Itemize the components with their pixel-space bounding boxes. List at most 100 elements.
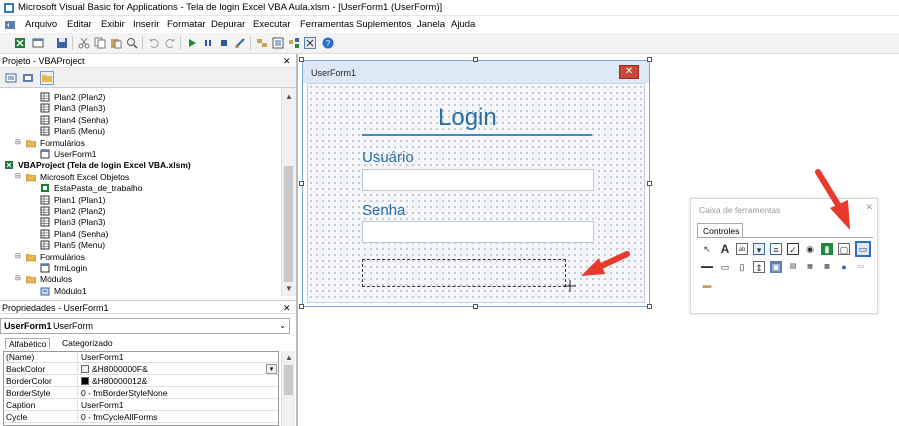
resize-handle[interactable]	[299, 181, 304, 186]
tab-controles[interactable]: Controles	[697, 223, 743, 237]
menu-executar[interactable]: Executar	[253, 19, 291, 30]
design-mode-icon[interactable]	[234, 37, 246, 49]
menu-editar[interactable]: Editar	[67, 19, 92, 30]
toolbox-icon[interactable]	[304, 37, 316, 49]
checkbox-tool-icon[interactable]: ✓	[787, 243, 799, 255]
pointer-tool-icon[interactable]: ↖	[701, 243, 713, 255]
find-icon[interactable]	[126, 37, 138, 49]
property-row[interactable]: (Name) UserForm1	[4, 352, 278, 363]
resize-handle[interactable]	[473, 304, 478, 309]
image-tool-icon[interactable]: ▣	[770, 261, 782, 273]
tab-categorizado[interactable]: Categorizado	[62, 338, 113, 348]
menu-bar: Arquivo Editar Exibir Inserir Formatar D…	[0, 16, 899, 33]
copy-icon[interactable]	[94, 37, 106, 49]
resize-handle[interactable]	[299, 304, 304, 309]
run-icon[interactable]	[186, 37, 198, 49]
project-tree-scrollbar[interactable]: ▲ ▼	[281, 88, 296, 296]
menu-arquivo[interactable]: Arquivo	[25, 19, 57, 30]
tabstrip-tool-icon[interactable]: ▬▬	[701, 261, 713, 273]
folder-tool-icon[interactable]: ▬	[701, 279, 713, 291]
close-button[interactable]: ✕	[619, 65, 639, 79]
multipage-tool-icon[interactable]: ▭	[719, 261, 731, 273]
color-swatch	[81, 365, 89, 373]
login-heading[interactable]: Login	[438, 104, 497, 132]
object-browser-icon[interactable]	[288, 37, 300, 49]
resize-handle[interactable]	[647, 304, 652, 309]
insert-userform-icon[interactable]	[32, 37, 44, 49]
save-icon[interactable]	[56, 37, 68, 49]
grid-tool-icon[interactable]: ▦	[804, 261, 816, 273]
close-icon[interactable]: ✕	[865, 202, 873, 213]
togglebutton-tool-icon[interactable]: ▮	[821, 243, 833, 255]
cut-icon[interactable]	[78, 37, 90, 49]
menu-inserir[interactable]: Inserir	[133, 19, 159, 30]
tab-alfabetico[interactable]: Alfabético	[5, 338, 51, 349]
spinbutton-tool-icon[interactable]: ⇕	[753, 261, 765, 273]
menu-janela[interactable]: Janela	[417, 19, 445, 30]
menu-ajuda[interactable]: Ajuda	[451, 19, 475, 30]
commandbutton-tool-icon[interactable]: ▭	[855, 241, 871, 257]
resize-handle[interactable]	[647, 57, 652, 62]
menu-depurar[interactable]: Depurar	[211, 19, 245, 30]
close-icon[interactable]: ✕	[283, 303, 291, 314]
scroll-up-icon[interactable]: ▲	[282, 92, 296, 101]
collapse-icon[interactable]: ⊟	[15, 172, 21, 180]
code-window-icon[interactable]	[4, 19, 16, 31]
close-icon[interactable]: ✕	[283, 56, 291, 67]
paste-icon[interactable]	[110, 37, 122, 49]
property-name: BorderStyle	[6, 388, 78, 399]
listbox-tool-icon[interactable]: ≡	[770, 243, 782, 255]
extra-control-icon[interactable]: ▭	[855, 261, 867, 273]
label-tool-icon[interactable]: A	[719, 243, 731, 255]
view-object-icon[interactable]	[22, 72, 34, 84]
scroll-thumb[interactable]	[284, 365, 293, 395]
property-row[interactable]: BorderColor &H80000012&	[4, 376, 278, 387]
textbox-tool-icon[interactable]: ab	[736, 243, 748, 255]
menu-ferramentas[interactable]: Ferramentas	[300, 19, 354, 30]
excel-view-icon[interactable]	[14, 37, 26, 49]
optionbutton-tool-icon[interactable]: ◉	[804, 243, 816, 255]
collapse-icon[interactable]: ⊟	[15, 138, 21, 146]
undo-icon[interactable]	[148, 37, 160, 49]
pause-icon[interactable]	[202, 37, 214, 49]
web-tool-icon[interactable]: ●	[838, 261, 850, 273]
menu-suplementos[interactable]: Suplementos	[356, 19, 411, 30]
stop-icon[interactable]	[218, 37, 230, 49]
heading-underline[interactable]	[362, 134, 592, 136]
resize-handle[interactable]	[473, 57, 478, 62]
scrollbar-tool-icon[interactable]: ▯	[736, 261, 748, 273]
chevron-down-icon[interactable]: ⌄	[279, 321, 286, 330]
combobox-tool-icon[interactable]: ▾	[753, 243, 765, 255]
object-selector[interactable]: UserForm1 UserForm ⌄	[0, 318, 290, 334]
view-code-icon[interactable]	[5, 72, 17, 84]
dropdown-arrow-icon[interactable]: ▾	[266, 364, 277, 374]
new-control-outline[interactable]	[362, 259, 566, 287]
project-explorer-icon[interactable]	[256, 37, 268, 49]
property-row[interactable]: BorderStyle 0 - fmBorderStyleNone	[4, 388, 278, 399]
properties-scrollbar[interactable]: ▲	[281, 351, 295, 426]
collapse-icon[interactable]: ⊟	[15, 252, 21, 260]
scroll-thumb[interactable]	[284, 166, 293, 282]
property-row[interactable]: BackColor &H8000000F& ▾	[4, 364, 278, 375]
password-textbox[interactable]	[362, 221, 594, 243]
user-label[interactable]: Usuário	[362, 149, 414, 166]
menu-formatar[interactable]: Formatar	[167, 19, 206, 30]
property-row[interactable]: Caption UserForm1	[4, 400, 278, 411]
menu-exibir[interactable]: Exibir	[101, 19, 125, 30]
scroll-up-icon[interactable]: ▲	[282, 353, 296, 362]
resize-handle[interactable]	[647, 181, 652, 186]
frame-tool-icon[interactable]: ▢	[838, 243, 850, 255]
toggle-folders-icon[interactable]	[40, 71, 54, 85]
refedit-tool-icon[interactable]: ▤	[787, 261, 799, 273]
scroll-down-icon[interactable]: ▼	[282, 284, 296, 293]
calendar-tool-icon[interactable]: ▩	[821, 261, 833, 273]
user-textbox[interactable]	[362, 169, 594, 191]
collapse-icon[interactable]: ⊟	[15, 274, 21, 282]
redo-icon[interactable]	[164, 37, 176, 49]
resize-handle[interactable]	[299, 57, 304, 62]
properties-window-icon[interactable]	[272, 37, 284, 49]
password-label[interactable]: Senha	[362, 202, 405, 219]
worksheet-icon	[40, 217, 50, 227]
help-icon[interactable]: ?	[322, 37, 334, 49]
property-row[interactable]: Cycle 0 - fmCycleAllForms	[4, 412, 278, 423]
